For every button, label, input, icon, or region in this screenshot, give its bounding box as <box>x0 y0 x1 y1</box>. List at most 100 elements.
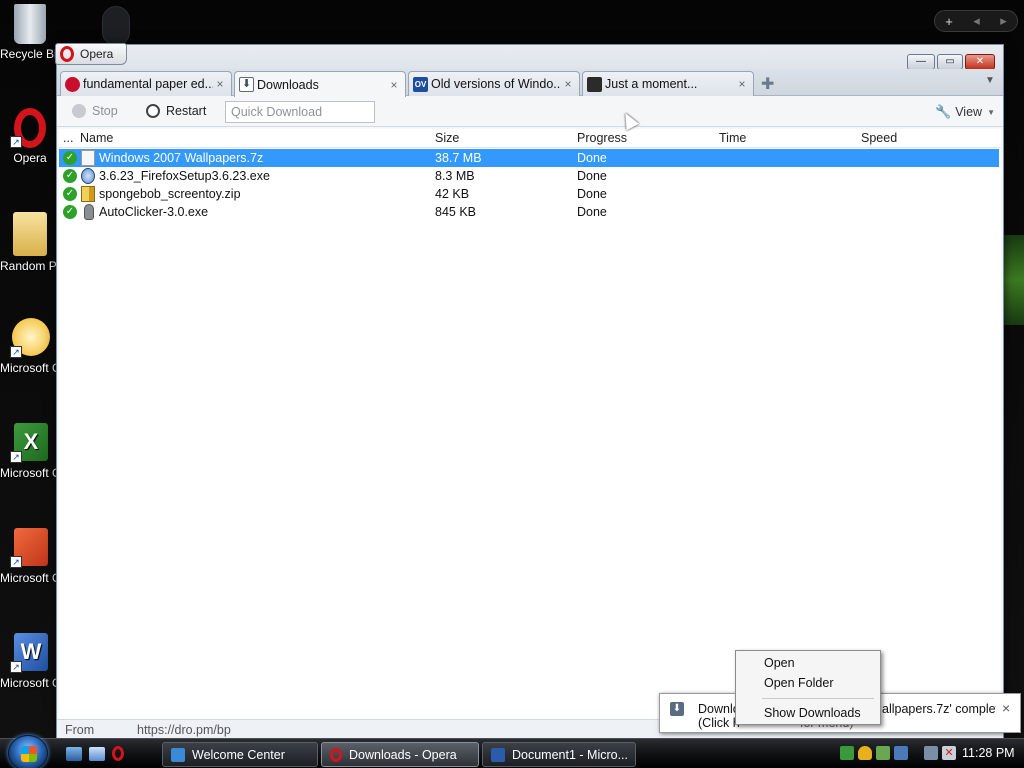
taskbar: Welcome Center Downloads - Opera Documen… <box>0 735 1024 768</box>
table-row[interactable]: ✓ Windows 2007 Wallpapers.7z 38.7 MB Don… <box>59 149 999 167</box>
desktop-icon-outlook[interactable]: ↗ Microsoft Office Outlook <box>0 318 60 376</box>
menu-separator <box>762 698 874 699</box>
tab-close-icon[interactable]: × <box>561 77 575 91</box>
download-icon: ⬇ <box>670 702 684 716</box>
taskbar-welcome-center[interactable]: Welcome Center <box>162 742 318 767</box>
notification-close-icon[interactable]: × <box>1002 700 1010 716</box>
desktop-wallpaper-fragment <box>1003 235 1024 325</box>
column-header-size[interactable]: Size <box>435 131 459 145</box>
tab-downloads[interactable]: ⬇ Downloads × <box>234 71 406 97</box>
add-gadget-button[interactable]: + <box>945 14 953 29</box>
tab-close-icon[interactable]: × <box>735 77 749 91</box>
notification-text-left: Downlo <box>698 702 740 716</box>
desktop-icon-opera[interactable]: ↗ Opera <box>0 108 60 166</box>
switch-windows-icon[interactable] <box>89 747 105 761</box>
desktop-icon-recycle-bin[interactable]: Recycle Bin <box>0 4 60 62</box>
maximize-button[interactable]: ▭ <box>937 54 963 70</box>
mouse-icon <box>102 6 130 46</box>
installer-icon <box>81 168 95 184</box>
wrench-icon: 🔧 <box>935 104 952 119</box>
security-shield-icon[interactable] <box>858 746 872 760</box>
menu-item-show-downloads[interactable]: Show Downloads <box>764 706 861 720</box>
opera-icon <box>330 747 342 762</box>
stop-button[interactable]: Stop <box>72 104 118 118</box>
clock[interactable]: 11:28 PM <box>962 746 1015 760</box>
quick-download-input[interactable] <box>225 101 375 123</box>
table-row[interactable]: ✓ AutoClicker-3.0.exe 845 KB Done <box>59 203 999 221</box>
next-gadget-button[interactable]: ▸ <box>1000 13 1007 29</box>
volume-muted-icon[interactable]: ✕ <box>942 746 956 760</box>
menu-item-open[interactable]: Open <box>764 656 795 670</box>
restart-button[interactable]: Restart <box>146 104 206 118</box>
prev-gadget-button[interactable]: ◂ <box>973 13 980 29</box>
done-check-icon: ✓ <box>63 205 77 219</box>
app-tray-icon[interactable] <box>894 746 908 760</box>
show-desktop-icon[interactable] <box>66 747 82 761</box>
menu-item-open-folder[interactable]: Open Folder <box>764 676 833 690</box>
desktop-icon-label: Opera <box>13 151 47 165</box>
task-label: Welcome Center <box>192 747 285 762</box>
table-row[interactable]: ✓ spongebob_screentoy.zip 42 KB Done <box>59 185 999 203</box>
opera-quicklaunch-icon[interactable] <box>112 746 124 761</box>
excel-icon: X ↗ <box>10 423 50 463</box>
close-button[interactable]: ✕ <box>965 54 995 70</box>
title-bar[interactable] <box>57 45 1003 69</box>
column-header-more[interactable]: ... <box>63 131 73 145</box>
tab-title: Just a moment... <box>605 77 698 91</box>
desktop-icon-powerpoint[interactable]: ↗ Microsoft Office PowerPoint <box>0 528 60 586</box>
row-name: Windows 2007 Wallpapers.7z <box>99 151 264 165</box>
shortcut-arrow-icon: ↗ <box>10 661 22 673</box>
opera-menu-button[interactable]: Opera <box>55 43 127 65</box>
tab-bar: fundamental paper ed... × ⬇ Downloads × … <box>57 69 1003 97</box>
notification-text-left-line2: (Click h <box>698 716 740 730</box>
column-header-time[interactable]: Time <box>719 131 746 145</box>
desktop-icon-word[interactable]: W ↗ Microsoft Office Word <box>0 633 60 691</box>
windows-logo-icon <box>21 746 37 762</box>
tab-title: fundamental paper ed... <box>83 77 213 91</box>
tab-menu-chevron-icon[interactable]: ▼ <box>985 75 995 86</box>
recycle-bin-icon <box>14 4 46 44</box>
row-size: 845 KB <box>435 205 477 219</box>
column-header-progress[interactable]: Progress <box>577 131 627 145</box>
taskbar-downloads-opera[interactable]: Downloads - Opera <box>321 742 479 767</box>
chevron-down-icon: ▼ <box>987 107 995 117</box>
shortcut-arrow-icon: ↗ <box>10 346 22 358</box>
pinterest-icon <box>65 76 80 92</box>
view-button[interactable]: 🔧 View ▼ <box>935 104 995 120</box>
row-size: 42 KB <box>435 187 470 201</box>
tab-fundamental-paper[interactable]: fundamental paper ed... × <box>60 71 232 96</box>
shortcut-arrow-icon: ↗ <box>10 136 22 148</box>
table-row[interactable]: ✓ 3.6.23_FirefoxSetup3.6.23.exe 8.3 MB D… <box>59 167 999 185</box>
tab-title: Old versions of Windo... <box>431 77 561 91</box>
opera-menu-label: Opera <box>80 47 114 61</box>
tab-title: Downloads <box>257 77 319 92</box>
file-icon <box>81 150 95 166</box>
connection-tray-icon[interactable] <box>924 746 938 760</box>
minimize-button[interactable]: — <box>907 54 935 70</box>
taskbar-document1-word[interactable]: Document1 - Micro... <box>482 742 636 767</box>
column-header-speed[interactable]: Speed <box>861 131 897 145</box>
from-url[interactable]: https://dro.pm/bp <box>137 723 231 737</box>
row-size: 38.7 MB <box>435 151 482 165</box>
task-label: Document1 - Micro... <box>512 747 629 762</box>
new-tab-button[interactable]: ✚ <box>761 74 777 94</box>
network-tray-icon[interactable] <box>840 746 854 760</box>
tab-just-a-moment[interactable]: Just a moment... × <box>582 71 754 96</box>
row-size: 8.3 MB <box>435 169 475 183</box>
notification-text-right: allpapers.7z' complete <box>882 702 996 716</box>
outlook-icon: ↗ <box>10 318 50 358</box>
download-icon: ⬇ <box>239 77 254 92</box>
desktop-icon-excel[interactable]: X ↗ Microsoft Office Excel <box>0 423 60 481</box>
column-header-name[interactable]: Name <box>80 131 113 145</box>
start-button[interactable] <box>8 735 48 768</box>
zip-file-icon <box>81 186 95 202</box>
desktop-icon-label: Random Pics <box>0 259 60 273</box>
row-progress: Done <box>577 169 607 183</box>
shortcut-arrow-icon: ↗ <box>10 556 22 568</box>
folder-icon <box>13 212 47 256</box>
update-tray-icon[interactable] <box>876 746 890 760</box>
desktop-icon-random-pics[interactable]: Random Pics <box>0 212 60 274</box>
tab-close-icon[interactable]: × <box>213 77 227 91</box>
tab-close-icon[interactable]: × <box>387 78 401 92</box>
tab-old-versions[interactable]: OV Old versions of Windo... × <box>408 71 580 96</box>
